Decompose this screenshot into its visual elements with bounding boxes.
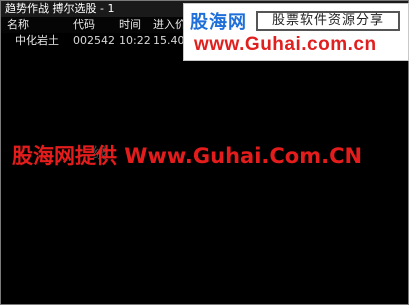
watermark-overlay-text: 股海网提供 Www.Guhai.Com.CN [12,144,363,168]
row-name: 中化岩土 [15,34,59,47]
watermark-brand: 股海网 [190,12,247,33]
watermark-logo: 股海网 股票软件资源分享 www.Guhai.com.cn [183,3,409,61]
row-time: 10:22 [119,34,151,47]
header-price[interactable]: 进入价 [153,17,186,33]
watermark-tagline: 股票软件资源分享 [256,11,400,31]
header-time[interactable]: 时间 [119,17,141,33]
row-price: 15.40 [153,34,185,47]
row-code: 002542 [73,34,115,47]
header-code[interactable]: 代码 [73,17,95,33]
header-name[interactable]: 名称 [7,17,29,33]
watermark-url: www.Guhai.com.cn [194,34,377,55]
